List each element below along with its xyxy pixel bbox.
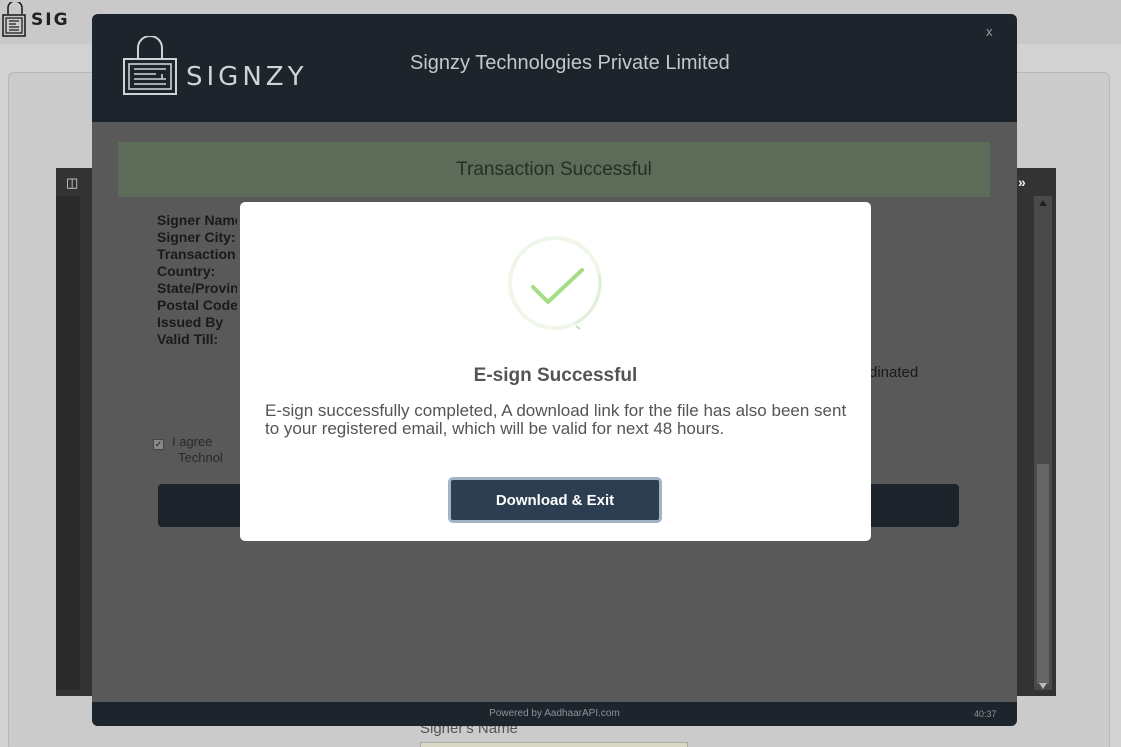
agree-text: I agree [172,434,213,449]
success-title: E-sign Successful [473,365,638,386]
esign-success-dialog: E-sign Successful E-sign successfully co… [240,202,871,541]
detail-state: State/Province [157,280,237,296]
signzy-logo: SIGNZY [122,36,307,96]
agree-consent: ✓ I agree Technol [153,434,223,466]
modal-footer: Powered by AadhaarAPI.com 40:37 [92,702,1017,726]
agree-text-line2: Technol [178,450,223,465]
detail-value-fragment: rdinated [864,364,919,381]
scroll-down-icon[interactable] [1039,683,1047,689]
detail-postal-code: Postal Code [157,297,237,313]
detail-country: Country: [157,263,216,279]
detail-signer-city: Signer City: [157,229,236,245]
success-message: E-sign successfully completed, A downloa… [265,401,847,438]
close-icon[interactable]: x [986,24,993,39]
detail-signer-name: Signer Name: [157,212,237,228]
signzy-logo-text: SIGNZY [186,62,308,92]
viewer-scrollbar[interactable] [1034,196,1052,690]
checkmark-icon [508,236,602,330]
signzy-logo-icon [123,36,177,95]
powered-by-text: Powered by AadhaarAPI.com [489,708,620,719]
detail-valid-till: Valid Till: [157,331,219,347]
background-logo: SIG [2,2,70,38]
modal-header: SIGNZY Signzy Technologies Private Limit… [92,14,1017,122]
background-logo-text: SIG [31,10,70,30]
scroll-up-icon[interactable] [1039,200,1047,206]
detail-issued-by: Issued By [157,314,224,330]
sidebar-toggle-icon[interactable]: ◫ [66,175,78,191]
signzy-logo-icon [2,2,26,37]
transaction-status-banner: Transaction Successful [118,142,990,197]
double-chevron-right-icon[interactable]: » [1018,174,1026,190]
session-timer: 40:37 [974,709,997,719]
scrollbar-thumb[interactable] [1037,464,1049,684]
download-exit-button[interactable]: Download & Exit [448,477,662,523]
signer-details: Signer Name: Signer City: Transaction Co… [157,212,237,348]
viewer-sidebar [56,196,80,690]
detail-transaction: Transaction [157,246,236,262]
agree-checkbox[interactable]: ✓ [153,439,164,450]
signer-name-input[interactable] [420,742,688,747]
company-name: Signzy Technologies Private Limited [410,52,730,74]
